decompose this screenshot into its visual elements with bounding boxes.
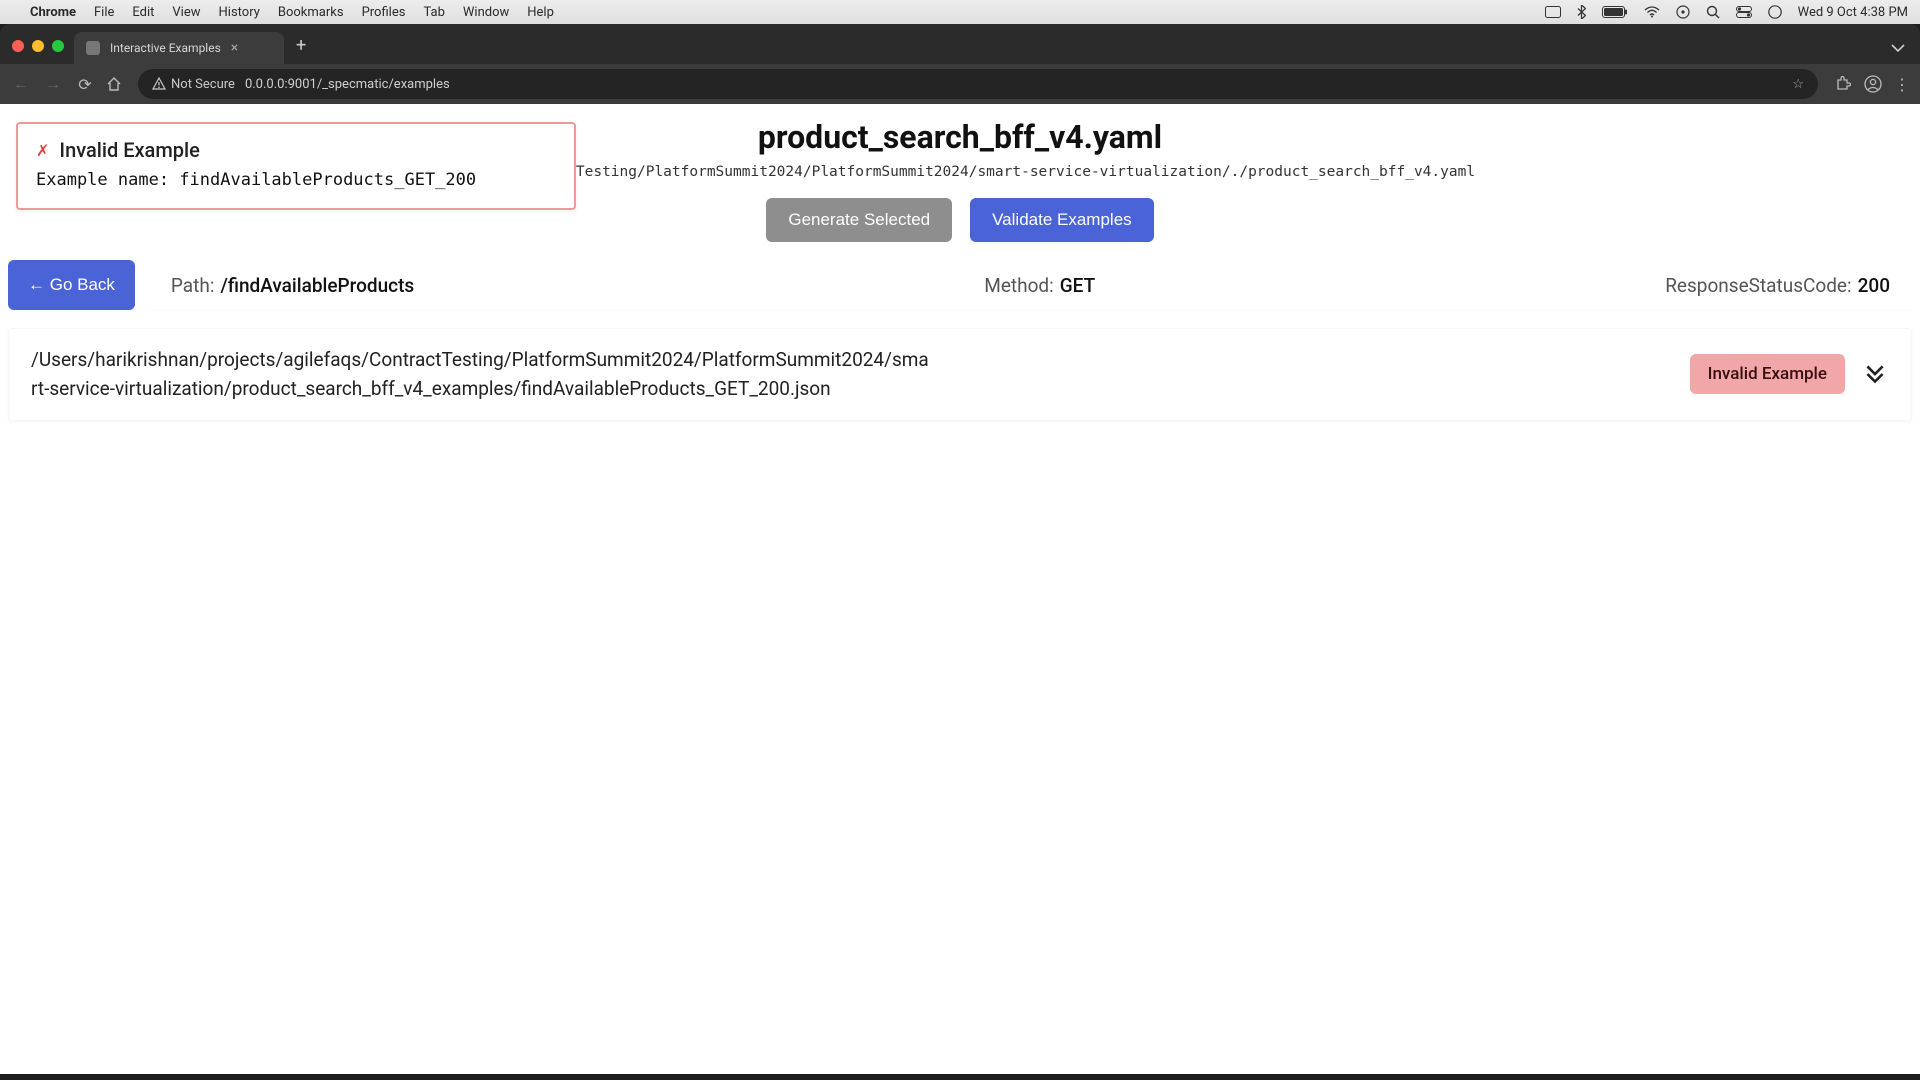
tab-favicon-icon [86, 41, 100, 55]
control-center-icon[interactable] [1736, 6, 1752, 18]
window-zoom-button[interactable] [52, 40, 64, 52]
security-indicator[interactable]: Not Secure [152, 77, 235, 92]
menubar-item-window[interactable]: Window [463, 5, 509, 20]
menubar-item-profiles[interactable]: Profiles [362, 5, 406, 20]
invalid-example-badge: Invalid Example [1690, 354, 1845, 394]
toast-title: Invalid Example [59, 138, 199, 162]
warning-icon [152, 77, 166, 91]
path-value: /findAvailableProducts [220, 274, 414, 297]
window-minimize-button[interactable] [32, 40, 44, 52]
reload-button[interactable]: ⟳ [74, 75, 96, 94]
menubar-item-help[interactable]: Help [527, 5, 554, 20]
example-info-bar: ← Go Back Path: /findAvailableProducts M… [0, 242, 1920, 310]
keyboard-icon[interactable] [1545, 6, 1561, 18]
error-x-icon: ✗ [36, 141, 49, 160]
tab-title: Interactive Examples [110, 41, 221, 55]
window-close-button[interactable] [12, 40, 24, 52]
example-info-content: Path: /findAvailableProducts Method: GET… [149, 260, 1912, 310]
menubar-item-history[interactable]: History [219, 5, 260, 20]
tab-overflow-button[interactable] [1890, 40, 1912, 64]
chevron-double-down-icon [1862, 361, 1888, 387]
menubar-item-edit[interactable]: Edit [132, 5, 154, 20]
validation-toast: ✗ Invalid Example Example name: findAvai… [16, 122, 576, 210]
extensions-button[interactable] [1834, 75, 1852, 93]
wifi-icon[interactable] [1644, 6, 1660, 18]
window-controls [8, 40, 74, 64]
menubar-item-file[interactable]: File [94, 5, 114, 20]
example-file-path: /Users/harikrishnan/projects/agilefaqs/C… [31, 345, 931, 404]
path-label: Path: [171, 274, 215, 297]
page-viewport: ✗ Invalid Example Example name: findAvai… [0, 104, 1920, 1074]
browser-toolbar: ← → ⟳ Not Secure 0.0.0.0:9001/_specmatic… [0, 64, 1920, 104]
security-label: Not Secure [171, 77, 235, 92]
siri-icon[interactable] [1768, 5, 1782, 19]
focus-icon[interactable] [1676, 5, 1690, 19]
example-row: /Users/harikrishnan/projects/agilefaqs/C… [8, 328, 1912, 421]
back-button[interactable]: ← [10, 74, 32, 94]
new-tab-button[interactable]: + [284, 35, 316, 64]
menubar-app-name[interactable]: Chrome [30, 5, 76, 20]
profile-button[interactable] [1864, 75, 1882, 93]
search-icon[interactable] [1706, 5, 1720, 19]
tab-close-button[interactable]: × [231, 41, 238, 55]
toast-body-value: findAvailableProducts_GET_200 [179, 170, 476, 190]
chrome-menu-button[interactable]: ⋮ [1894, 75, 1910, 94]
menubar-clock[interactable]: Wed 9 Oct 4:38 PM [1798, 5, 1908, 20]
status-label: ResponseStatusCode: [1665, 274, 1851, 297]
menubar-item-tab[interactable]: Tab [423, 5, 444, 20]
bookmark-star-icon[interactable]: ☆ [1792, 77, 1804, 92]
validate-examples-button[interactable]: Validate Examples [970, 198, 1154, 242]
forward-button[interactable]: → [42, 74, 64, 94]
browser-window: Interactive Examples × + ← → ⟳ Not Secur… [0, 24, 1920, 1074]
macos-menubar: Chrome File Edit View History Bookmarks … [0, 0, 1920, 24]
url-text: 0.0.0.0:9001/_specmatic/examples [245, 77, 450, 92]
status-value: 200 [1858, 274, 1890, 297]
home-button[interactable] [106, 76, 128, 92]
address-bar[interactable]: Not Secure 0.0.0.0:9001/_specmatic/examp… [138, 69, 1818, 99]
expand-row-button[interactable] [1861, 360, 1889, 388]
browser-tabbar: Interactive Examples × + [0, 24, 1920, 64]
bluetooth-icon[interactable] [1577, 5, 1586, 19]
go-back-button[interactable]: ← Go Back [8, 260, 135, 310]
toast-body-label: Example name: [36, 170, 169, 190]
generate-selected-button[interactable]: Generate Selected [766, 198, 952, 242]
menubar-item-bookmarks[interactable]: Bookmarks [278, 5, 344, 20]
method-value: GET [1060, 274, 1095, 297]
menubar-item-view[interactable]: View [172, 5, 200, 20]
method-label: Method: [984, 274, 1054, 297]
battery-icon[interactable] [1602, 6, 1628, 18]
browser-tab[interactable]: Interactive Examples × [74, 32, 284, 64]
